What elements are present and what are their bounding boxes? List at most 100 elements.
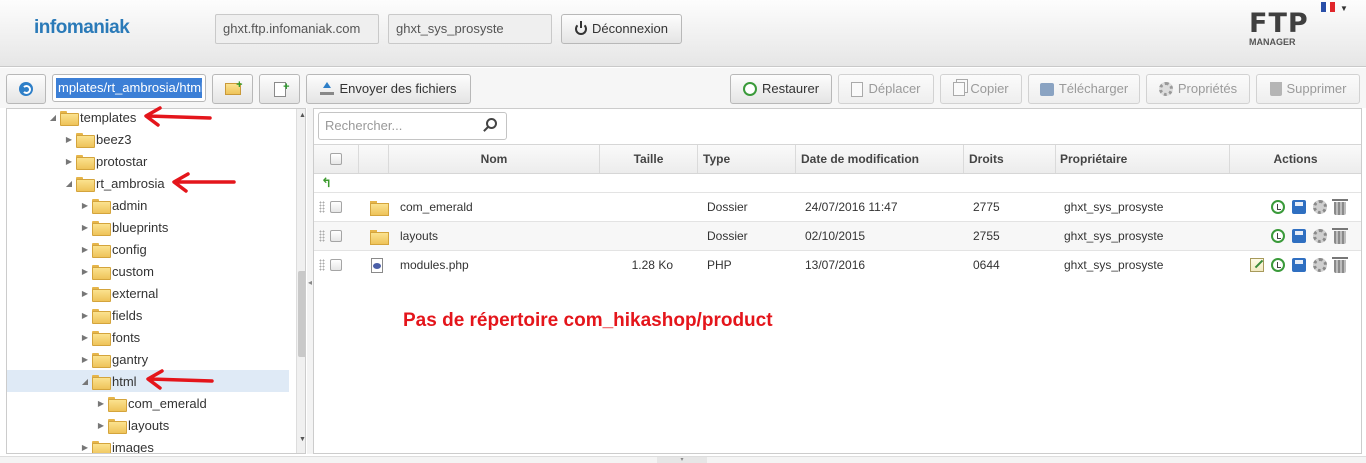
- new-file-button[interactable]: [259, 73, 300, 104]
- file-type: Dossier: [707, 229, 748, 243]
- header-type[interactable]: Type: [697, 145, 795, 173]
- folder-icon: [92, 440, 111, 453]
- header-name[interactable]: Nom: [388, 145, 599, 173]
- table-row[interactable]: com_emerald Dossier 24/07/2016 11:47 2775 gh…: [314, 192, 1361, 221]
- expand-arrow-icon[interactable]: ▶: [64, 157, 74, 166]
- header-owner[interactable]: Propriétaire: [1055, 145, 1229, 173]
- restore-icon[interactable]: [1271, 258, 1285, 272]
- search-input[interactable]: Rechercher...: [318, 112, 507, 140]
- restore-button[interactable]: Restaurer: [730, 74, 832, 104]
- tree-item[interactable]: ▶ blueprints: [7, 216, 289, 238]
- trash-icon[interactable]: [1332, 199, 1348, 215]
- tree-item[interactable]: ▶ layouts: [7, 414, 289, 436]
- scroll-down-icon[interactable]: ▼: [297, 436, 305, 443]
- edit-icon[interactable]: [1250, 258, 1264, 272]
- tree-scrollbar[interactable]: ▲ ▼: [296, 109, 305, 453]
- properties-button[interactable]: Propriétés: [1146, 74, 1250, 104]
- upload-label: Envoyer des fichiers: [339, 81, 457, 96]
- header-date[interactable]: Date de modification: [795, 145, 963, 173]
- ftp-logo-text: FTP: [1249, 8, 1309, 39]
- save-icon[interactable]: [1292, 229, 1306, 243]
- expand-arrow-icon[interactable]: ▶: [96, 421, 106, 430]
- copy-button[interactable]: Copier: [940, 74, 1022, 104]
- parent-folder-up-icon[interactable]: ↰: [321, 176, 332, 189]
- trash-icon: [1269, 82, 1282, 96]
- tree-item[interactable]: ▶ protostar: [7, 150, 289, 172]
- folder-icon: [108, 418, 127, 434]
- tree-item[interactable]: ▶ fonts: [7, 326, 289, 348]
- row-checkbox[interactable]: [330, 201, 342, 213]
- expand-arrow-icon[interactable]: ▶: [80, 355, 90, 364]
- tree-item[interactable]: ▶ beez3: [7, 128, 289, 150]
- logout-button[interactable]: Déconnexion: [561, 14, 682, 44]
- tree-item[interactable]: ▶ config: [7, 238, 289, 260]
- tree-item[interactable]: ◢ rt_ambrosia: [7, 172, 289, 194]
- file-name[interactable]: modules.php: [400, 251, 469, 279]
- restore-icon[interactable]: [1271, 200, 1285, 214]
- expand-arrow-icon[interactable]: ▶: [80, 267, 90, 276]
- select-all-checkbox[interactable]: [330, 153, 342, 165]
- table-header: Nom Taille Type Date de modification Dro…: [314, 144, 1361, 174]
- collapse-arrow-icon[interactable]: ◢: [80, 377, 90, 386]
- gear-icon[interactable]: [1313, 229, 1327, 243]
- refresh-button[interactable]: [6, 74, 46, 104]
- tree-item[interactable]: ▶ com_emerald: [7, 392, 289, 414]
- move-button[interactable]: Déplacer: [838, 74, 934, 104]
- expand-arrow-icon[interactable]: ▶: [80, 223, 90, 232]
- tree-item[interactable]: ▶ fields: [7, 304, 289, 326]
- upload-files-button[interactable]: Envoyer des fichiers: [306, 74, 471, 104]
- infomaniak-logo[interactable]: infomaniak: [34, 17, 130, 39]
- gear-icon[interactable]: [1313, 200, 1327, 214]
- splitter-grip-icon[interactable]: ◂: [308, 278, 312, 290]
- expand-arrow-icon[interactable]: ▶: [80, 443, 90, 452]
- tree-item[interactable]: ▶ images: [7, 436, 289, 453]
- collapse-arrow-icon[interactable]: ◢: [48, 113, 58, 122]
- expand-arrow-icon[interactable]: ▶: [96, 399, 106, 408]
- file-name[interactable]: com_emerald: [400, 193, 473, 221]
- folder-icon: [92, 286, 111, 302]
- save-icon[interactable]: [1292, 200, 1306, 214]
- bottom-resize-bar[interactable]: ▾: [0, 456, 1366, 463]
- download-button[interactable]: Télécharger: [1028, 74, 1140, 104]
- folder-icon: [92, 198, 111, 214]
- fr-flag-icon[interactable]: [1321, 2, 1336, 12]
- delete-button[interactable]: Supprimer: [1256, 74, 1360, 104]
- parent-directory-row[interactable]: ↰: [314, 174, 1361, 192]
- restore-icon[interactable]: [1271, 229, 1285, 243]
- search-icon[interactable]: [486, 118, 497, 129]
- path-input[interactable]: mplates/rt_ambrosia/html: [52, 74, 206, 102]
- save-icon[interactable]: [1292, 258, 1306, 272]
- tree-scroll-thumb[interactable]: [298, 271, 305, 357]
- tree-item[interactable]: ▶ custom: [7, 260, 289, 282]
- header-size[interactable]: Taille: [599, 145, 697, 173]
- tree-item-label: beez3: [96, 131, 132, 147]
- expand-arrow-icon[interactable]: ▶: [80, 245, 90, 254]
- expand-arrow-icon[interactable]: ▶: [80, 201, 90, 210]
- file-name[interactable]: layouts: [400, 222, 438, 250]
- collapse-arrow-icon[interactable]: ◢: [64, 179, 74, 188]
- drag-handle-icon[interactable]: [319, 230, 325, 242]
- header-rights[interactable]: Droits: [963, 145, 1055, 173]
- expand-arrow-icon[interactable]: ▶: [80, 311, 90, 320]
- folder-tree: ◢ templates ▶ beez3 ▶ protostar ◢ rt_ambrosia ▶ a…: [6, 108, 306, 454]
- expand-arrow-icon[interactable]: ▶: [64, 135, 74, 144]
- tree-item[interactable]: ▶ gantry: [7, 348, 289, 370]
- tree-item[interactable]: ▶ admin: [7, 194, 289, 216]
- drag-handle-icon[interactable]: [319, 201, 325, 213]
- trash-icon[interactable]: [1332, 228, 1348, 244]
- tree-item[interactable]: ▶ external: [7, 282, 289, 304]
- table-row[interactable]: layouts Dossier 02/10/2015 2755 ghxt_sys_pro…: [314, 221, 1361, 250]
- file-list-panel: Rechercher... Nom Taille Type Date de mo…: [313, 108, 1362, 454]
- table-row[interactable]: modules.php 1.28 Ko PHP 13/07/2016 0644 ghxt_…: [314, 250, 1361, 279]
- gear-icon[interactable]: [1313, 258, 1327, 272]
- row-checkbox[interactable]: [330, 230, 342, 242]
- bottom-grip-icon[interactable]: ▾: [657, 457, 707, 463]
- expand-arrow-icon[interactable]: ▶: [80, 333, 90, 342]
- row-checkbox[interactable]: [330, 259, 342, 271]
- trash-icon[interactable]: [1332, 257, 1348, 273]
- language-dropdown-arrow-icon[interactable]: ▼: [1340, 4, 1348, 13]
- scroll-up-icon[interactable]: ▲: [297, 112, 305, 119]
- drag-handle-icon[interactable]: [319, 259, 325, 271]
- new-folder-button[interactable]: [212, 71, 253, 104]
- expand-arrow-icon[interactable]: ▶: [80, 289, 90, 298]
